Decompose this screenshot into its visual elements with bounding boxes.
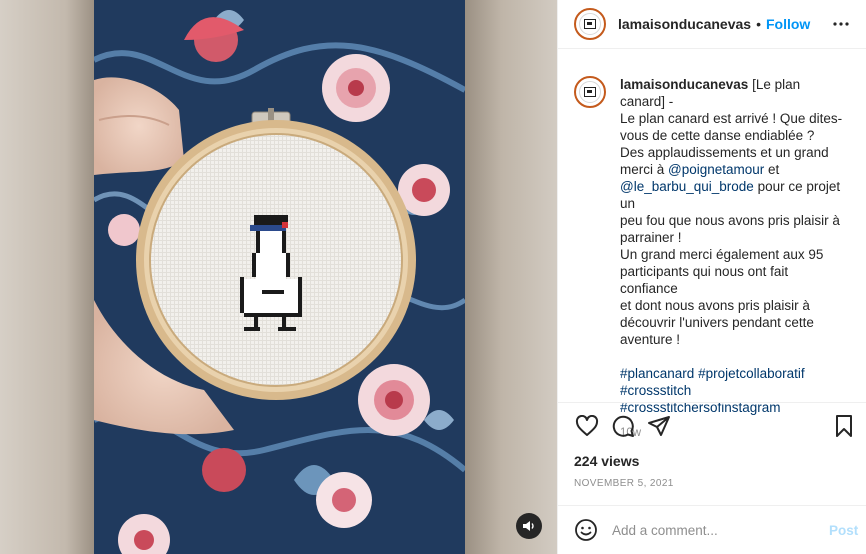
caption-line: et <box>764 162 780 177</box>
mute-button[interactable] <box>516 513 542 539</box>
avatar[interactable] <box>574 8 606 40</box>
post-header: lamaisonducanevas • Follow <box>558 0 866 49</box>
post-sidebar: lamaisonducanevas • Follow lamaisonducan… <box>557 0 866 554</box>
hashtag-link[interactable]: #crossstitch <box>620 382 848 399</box>
video-side-blur-right <box>465 0 557 554</box>
post-media[interactable] <box>0 0 557 554</box>
caption-avatar[interactable] <box>574 76 606 108</box>
mention-link[interactable]: @le_barbu_qui_brode <box>620 179 754 194</box>
caption-line: peu fou que nous avons pris plaisir à <box>620 213 840 228</box>
hashtag-link[interactable]: #plancanard <box>620 366 694 381</box>
cross-stitch-video-image <box>94 0 465 554</box>
save-button[interactable] <box>831 413 857 439</box>
comment-button[interactable] <box>610 413 636 439</box>
header-username[interactable]: lamaisonducanevas <box>618 16 751 32</box>
caption-line: merci à <box>620 162 669 177</box>
more-dots-icon <box>833 22 849 26</box>
caption-line: parrainer ! <box>620 230 682 245</box>
caption-text: lamaisonducanevas [Le plan canard] - Le … <box>620 76 848 442</box>
video-side-blur-left <box>0 0 94 554</box>
caption-line: participants qui nous ont fait confiance <box>620 264 789 296</box>
action-bar <box>574 413 857 441</box>
caption-line: Des applaudissements et un grand <box>620 145 829 160</box>
comment-bar: Post <box>558 505 866 554</box>
caption-line: Un grand merci également aux 95 <box>620 247 824 262</box>
post-comment-button[interactable]: Post <box>829 523 858 538</box>
video-frame[interactable] <box>94 0 465 554</box>
post-date[interactable]: NOVEMBER 5, 2021 <box>574 478 674 489</box>
follow-button[interactable]: Follow <box>766 16 810 32</box>
bookmark-icon <box>836 415 852 437</box>
caption-line: Le plan canard est arrivé ! Que dites- <box>620 111 843 126</box>
mention-link[interactable]: @poignetamour <box>668 162 764 177</box>
caption-line: aventure ! <box>620 332 681 347</box>
caption-username[interactable]: lamaisonducanevas <box>620 77 748 92</box>
separator-dot: • <box>756 16 761 32</box>
more-options-button[interactable] <box>831 14 851 34</box>
caption-line: vous de cette danse endiablée ? <box>620 128 815 143</box>
caption-line: découvrir l'univers pendant cette <box>620 315 814 330</box>
hashtag-link[interactable]: #projetcollaboratif <box>698 366 805 381</box>
comment-icon <box>612 415 634 437</box>
comment-input[interactable] <box>612 522 817 538</box>
divider <box>558 402 866 403</box>
like-button[interactable] <box>574 413 600 439</box>
caption: lamaisonducanevas [Le plan canard] - Le … <box>574 76 859 442</box>
heart-icon <box>575 415 599 436</box>
share-button[interactable] <box>646 413 672 439</box>
paper-plane-icon <box>648 416 670 436</box>
smiley-icon[interactable] <box>574 518 598 542</box>
speaker-icon <box>523 521 534 531</box>
view-count[interactable]: 224 views <box>574 453 639 469</box>
caption-line: et dont nous avons pris plaisir à <box>620 298 810 313</box>
